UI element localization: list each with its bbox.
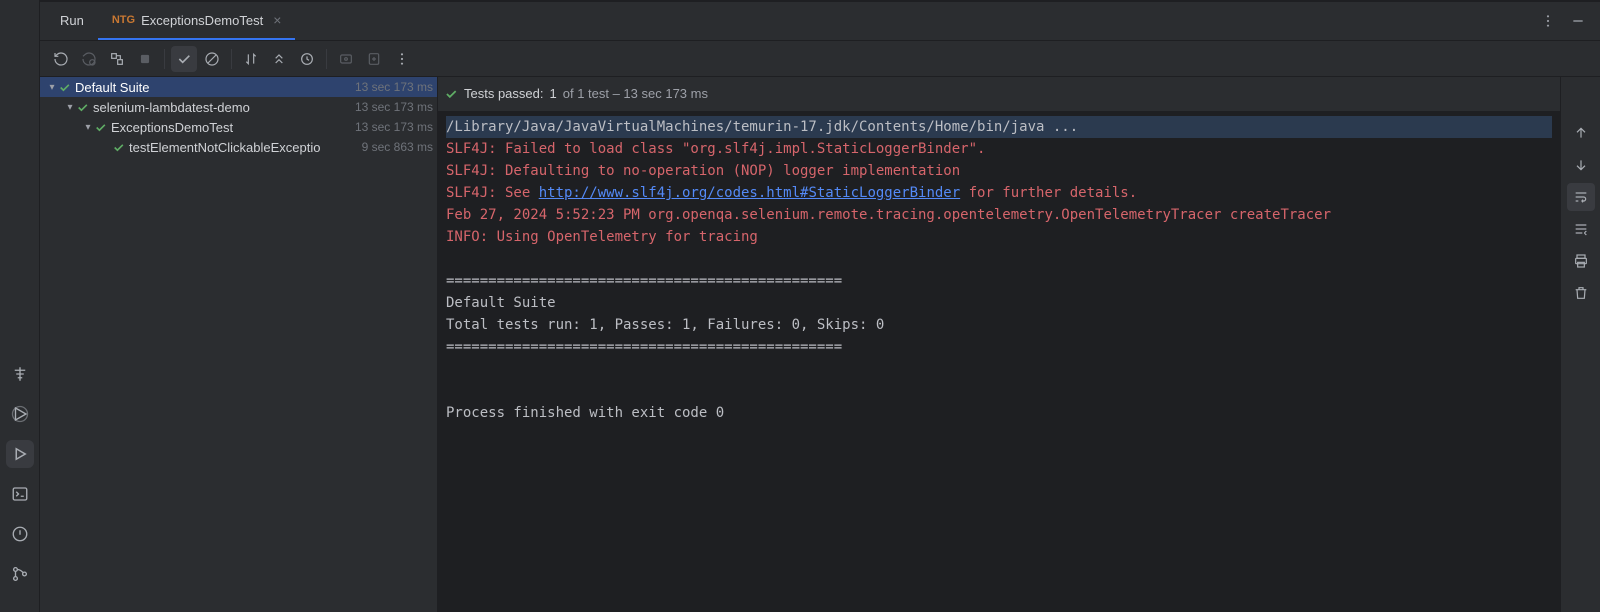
tests-total: of 1 test – 13 sec 173 ms [563, 83, 708, 105]
run-toolbar [40, 41, 1600, 77]
close-icon[interactable]: × [273, 12, 281, 28]
console[interactable]: Tests passed: 1 of 1 test – 13 sec 173 m… [438, 77, 1560, 612]
check-icon [76, 101, 89, 114]
check-icon [444, 87, 458, 101]
tree-row[interactable]: ▾ Default Suite 13 sec 173 ms [40, 77, 437, 97]
chevron-down-icon[interactable]: ▾ [46, 82, 58, 93]
rerun-icon[interactable] [48, 46, 74, 72]
chevron-down-icon[interactable]: ▾ [82, 122, 94, 133]
stop-icon[interactable] [132, 46, 158, 72]
console-wrap: Tests passed: 1 of 1 test – 13 sec 173 m… [438, 77, 1600, 612]
separator [231, 49, 232, 69]
left-tool-rail [0, 0, 40, 612]
tab-run-config-label: ExceptionsDemoTest [141, 13, 263, 28]
soft-wrap-icon[interactable] [1567, 183, 1595, 211]
more-actions-icon[interactable] [389, 46, 415, 72]
scroll-up-icon[interactable] [1567, 119, 1595, 147]
show-ignored-icon[interactable] [199, 46, 225, 72]
separator [326, 49, 327, 69]
scroll-down-icon[interactable] [1567, 151, 1595, 179]
problems-tool-icon[interactable] [6, 520, 34, 548]
minimize-icon[interactable] [1570, 13, 1586, 29]
test-tree[interactable]: ▾ Default Suite 13 sec 173 ms ▾ selenium-lam… [40, 77, 438, 612]
tree-row[interactable]: ▾ ExceptionsDemoTest 13 sec 173 ms [40, 117, 437, 137]
tree-node-label: testElementNotClickableExceptio [129, 140, 320, 155]
tree-node-time: 13 sec 173 ms [355, 120, 433, 134]
sort-icon[interactable] [238, 46, 264, 72]
tests-passed-label: Tests passed: [464, 83, 544, 105]
vcs-tool-icon[interactable] [6, 560, 34, 588]
expand-all-icon[interactable] [266, 46, 292, 72]
collapse-all-icon[interactable] [294, 46, 320, 72]
console-output[interactable]: /Library/Java/JavaVirtualMachines/temuri… [438, 112, 1560, 424]
tab-run[interactable]: Run [46, 2, 98, 40]
testng-icon: NTG [112, 14, 135, 26]
run-tool-icon[interactable] [6, 440, 34, 468]
services-tool-icon[interactable] [6, 400, 34, 428]
check-icon [112, 141, 125, 154]
run-tool-window: Run NTG ExceptionsDemoTest × [40, 0, 1600, 612]
tree-row[interactable]: testElementNotClickableExceptio 9 sec 863… [40, 137, 437, 157]
tree-row[interactable]: ▾ selenium-lambdatest-demo 13 sec 173 ms [40, 97, 437, 117]
chevron-down-icon[interactable]: ▾ [64, 102, 76, 113]
tests-passed-count: 1 [550, 83, 557, 105]
structure-tool-icon[interactable] [6, 360, 34, 388]
check-icon [94, 121, 107, 134]
tree-node-time: 9 sec 863 ms [362, 140, 433, 154]
separator [164, 49, 165, 69]
tree-node-label: Default Suite [75, 80, 149, 95]
print-icon[interactable] [1567, 247, 1595, 275]
console-link[interactable]: http://www.slf4j.org/codes.html#StaticLo… [539, 185, 960, 201]
clear-all-icon[interactable] [1567, 279, 1595, 307]
tree-node-label: selenium-lambdatest-demo [93, 100, 250, 115]
scroll-to-end-icon[interactable] [1567, 215, 1595, 243]
export-tests-icon[interactable] [361, 46, 387, 72]
tree-node-time: 13 sec 173 ms [355, 100, 433, 114]
terminal-tool-icon[interactable] [6, 480, 34, 508]
more-icon[interactable] [1540, 13, 1556, 29]
console-right-rail [1560, 77, 1600, 612]
toggle-auto-test-icon[interactable] [104, 46, 130, 72]
run-tabs: Run NTG ExceptionsDemoTest × [40, 0, 1600, 41]
rerun-failed-icon[interactable] [76, 46, 102, 72]
tab-run-config[interactable]: NTG ExceptionsDemoTest × [98, 2, 296, 40]
tree-node-label: ExceptionsDemoTest [111, 120, 233, 135]
run-body: ▾ Default Suite 13 sec 173 ms ▾ selenium-lam… [40, 77, 1600, 612]
import-tests-icon[interactable] [333, 46, 359, 72]
tree-node-time: 13 sec 173 ms [355, 80, 433, 94]
check-icon [58, 81, 71, 94]
show-passed-icon[interactable] [171, 46, 197, 72]
tab-run-label: Run [60, 13, 84, 28]
tests-status-bar: Tests passed: 1 of 1 test – 13 sec 173 m… [438, 77, 1560, 112]
